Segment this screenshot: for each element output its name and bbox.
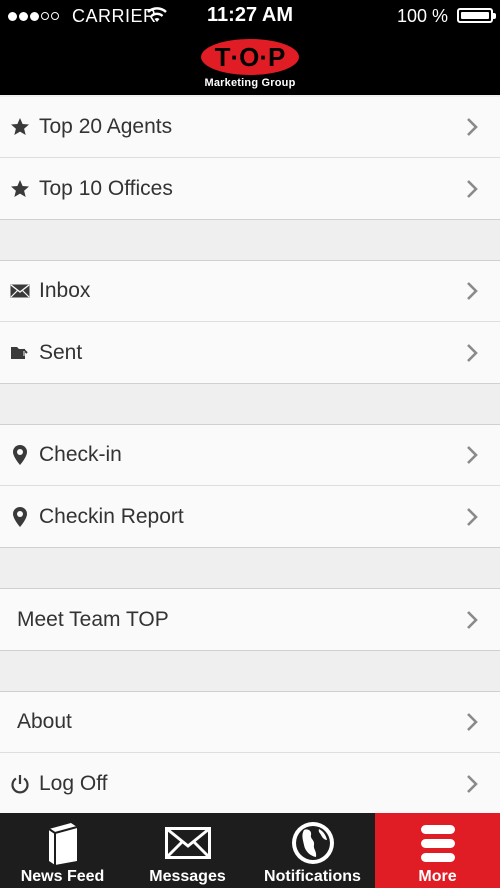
menu-group-rankings: Top 20 Agents Top 10 Offices <box>0 97 500 220</box>
sent-folder-icon <box>10 343 30 363</box>
app-header: CARRIER 11:27 AM 100 % T·O·P Marketing G… <box>0 0 500 95</box>
menu-item-label: Sent <box>39 340 83 364</box>
chevron-right-icon <box>467 610 478 629</box>
menu-icon <box>413 819 463 867</box>
menu-item-label: Meet Team TOP <box>17 607 169 631</box>
menu-item-label: Checkin Report <box>39 504 184 528</box>
menu-item-label: Top 20 Agents <box>39 115 173 138</box>
menu-item-top-20-agents[interactable]: Top 20 Agents <box>0 97 500 158</box>
menu-list: Top 20 Agents Top 10 Offices Inbox Sent <box>0 97 500 813</box>
bottom-tab-bar: News Feed Messages Notifications More <box>0 813 500 888</box>
tab-messages[interactable]: Messages <box>125 813 250 888</box>
menu-item-inbox[interactable]: Inbox <box>0 261 500 322</box>
tab-more[interactable]: More <box>375 813 500 888</box>
chevron-right-icon <box>467 446 478 464</box>
logo-subtitle: Marketing Group <box>204 77 296 89</box>
menu-item-log-off[interactable]: Log Off <box>0 753 500 813</box>
chevron-right-icon <box>467 507 478 526</box>
menu-item-label: Log Off <box>39 771 108 795</box>
menu-item-label: About <box>17 710 72 733</box>
chevron-right-icon <box>467 179 478 198</box>
menu-item-check-in[interactable]: Check-in <box>0 425 500 486</box>
chevron-right-icon <box>467 774 478 793</box>
menu-item-about[interactable]: About <box>0 692 500 753</box>
tab-news-feed[interactable]: News Feed <box>0 813 125 888</box>
tab-label: Notifications <box>264 868 361 885</box>
status-bar: CARRIER 11:27 AM 100 % <box>0 0 500 34</box>
menu-item-meet-team-top[interactable]: Meet Team TOP <box>0 589 500 650</box>
battery-percentage: 100 % <box>396 6 448 26</box>
svg-text:T·O·P: T·O·P <box>215 42 286 72</box>
tab-notifications[interactable]: Notifications <box>250 813 375 888</box>
menu-item-label: Top 10 Offices <box>39 176 173 200</box>
menu-group-checkin: Check-in Checkin Report <box>0 424 500 548</box>
globe-icon <box>288 819 338 867</box>
battery-icon <box>457 8 496 23</box>
chevron-right-icon <box>467 343 478 362</box>
envelope-icon <box>10 281 30 301</box>
chevron-right-icon <box>467 118 478 136</box>
star-icon <box>10 117 30 137</box>
power-icon <box>10 774 30 794</box>
menu-group-team: Meet Team TOP <box>0 588 500 651</box>
map-pin-icon <box>10 445 30 465</box>
menu-group-messages: Inbox Sent <box>0 260 500 384</box>
star-icon <box>10 179 30 199</box>
top-marketing-logo: T·O·P Marketing Group <box>190 38 310 92</box>
chevron-right-icon <box>467 282 478 300</box>
map-pin-icon <box>10 506 30 527</box>
menu-group-account: About Log Off <box>0 691 500 813</box>
menu-item-checkin-report[interactable]: Checkin Report <box>0 486 500 547</box>
menu-item-label: Inbox <box>39 279 91 302</box>
news-feed-icon <box>38 819 88 867</box>
logo-mark: T·O·P <box>201 39 299 75</box>
tab-label: More <box>418 868 457 885</box>
tab-label: News Feed <box>20 868 105 885</box>
chevron-right-icon <box>467 713 478 731</box>
menu-item-label: Check-in <box>39 443 122 466</box>
tab-label: Messages <box>149 868 226 885</box>
menu-item-sent[interactable]: Sent <box>0 322 500 383</box>
envelope-icon <box>163 819 213 867</box>
menu-item-top-10-offices[interactable]: Top 10 Offices <box>0 158 500 219</box>
